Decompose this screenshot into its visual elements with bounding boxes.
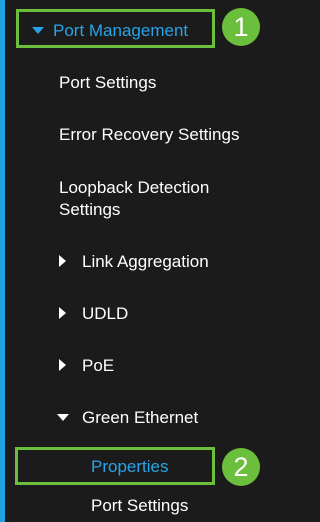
sidebar-item-label: Properties bbox=[91, 457, 169, 476]
caret-right-icon bbox=[59, 255, 66, 268]
sidebar-item-port-settings[interactable]: Port Settings bbox=[59, 73, 156, 93]
caret-down-icon bbox=[57, 413, 69, 421]
step-callout-1: 1 bbox=[222, 8, 260, 46]
caret-down-icon bbox=[32, 26, 44, 34]
left-accent-bar bbox=[0, 0, 5, 522]
sidebar-item-label: Port Settings bbox=[91, 496, 189, 515]
sidebar-item-ge-port-settings[interactable]: Port Settings bbox=[91, 496, 188, 516]
sidebar-item-green-ethernet[interactable]: Green Ethernet bbox=[57, 408, 198, 428]
sidebar-item-poe[interactable]: PoE bbox=[59, 356, 114, 376]
sidebar-item-error-recovery[interactable]: Error Recovery Settings bbox=[59, 125, 239, 145]
sidebar-item-loopback-detection[interactable]: Loopback Detection Settings bbox=[59, 177, 249, 221]
sidebar-item-link-aggregation[interactable]: Link Aggregation bbox=[59, 252, 209, 272]
sidebar-item-udld[interactable]: UDLD bbox=[59, 304, 128, 324]
sidebar-item-label: PoE bbox=[82, 356, 115, 375]
caret-right-icon bbox=[59, 307, 66, 320]
sidebar-item-label: UDLD bbox=[82, 304, 129, 323]
sidebar-item-label: Link Aggregation bbox=[82, 252, 209, 271]
sidebar-item-label: Error Recovery Settings bbox=[59, 125, 240, 144]
sidebar-item-properties[interactable]: Properties bbox=[91, 457, 168, 477]
sidebar-item-label: Port Settings bbox=[59, 73, 157, 92]
step-callout-2: 2 bbox=[222, 448, 260, 486]
sidebar-nav: Port Management 1 Port Settings Error Re… bbox=[0, 0, 262, 522]
sidebar-item-label: Port Management bbox=[53, 21, 189, 40]
caret-right-icon bbox=[59, 359, 66, 372]
sidebar-item-label: Loopback Detection Settings bbox=[59, 178, 210, 219]
sidebar-item-port-management[interactable]: Port Management bbox=[32, 21, 188, 41]
sidebar-item-label: Green Ethernet bbox=[82, 408, 199, 427]
